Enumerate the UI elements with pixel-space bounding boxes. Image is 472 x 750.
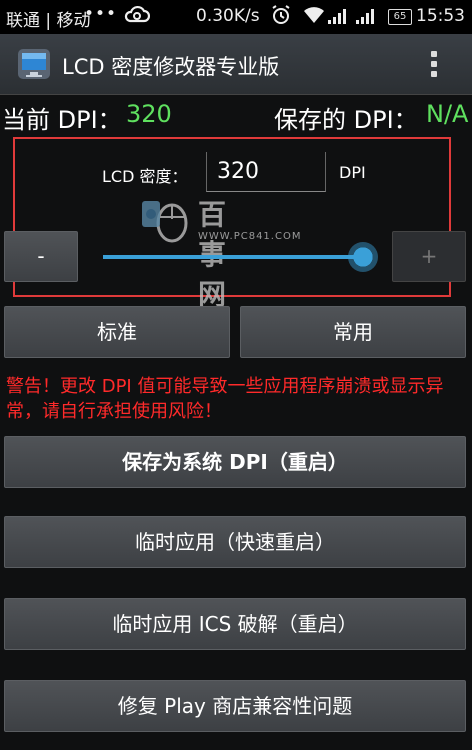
clock: 15:53 (416, 6, 465, 26)
common-preset-button[interactable]: 常用 (240, 306, 466, 358)
watermark-url: WWW.PC841.COM (198, 231, 302, 242)
dpi-status-row: 当前 DPI： 320 保存的 DPI： N/A (0, 98, 472, 134)
cloud-icon (124, 3, 151, 30)
signal-icon (328, 8, 350, 29)
carrier-label: 联通 | 移动 (6, 11, 91, 31)
battery-icon: 65 (388, 9, 412, 25)
fix-play-store-button[interactable]: 修复 Play 商店兼容性问题 (4, 680, 466, 732)
monitor-icon (16, 46, 52, 86)
saved-dpi-value: N/A (426, 100, 469, 128)
saved-dpi-label: 保存的 DPI： (274, 106, 418, 134)
warning-text: 警告！更改 DPI 值可能导致一些应用程序崩溃或显示异常，请自行承担使用风险！ (6, 376, 444, 422)
slider-thumb[interactable] (348, 242, 378, 272)
density-slider[interactable] (103, 255, 367, 259)
dpi-unit-label: DPI (339, 163, 366, 182)
dpi-input[interactable] (206, 152, 326, 192)
notification-dots: ••• (84, 4, 118, 24)
increment-button[interactable]: + (392, 231, 466, 282)
wifi-icon (303, 6, 325, 29)
temp-apply-button[interactable]: 临时应用（快速重启） (4, 516, 466, 568)
alarm-icon (270, 4, 292, 31)
network-speed: 0.30K/s (196, 6, 260, 26)
decrement-button[interactable]: - (4, 231, 78, 282)
watermark-title: 百事网 (198, 198, 233, 311)
temp-apply-ics-button[interactable]: 临时应用 ICS 破解（重启） (4, 598, 466, 650)
watermark: 百事网 WWW.PC841.COM (138, 193, 300, 311)
watermark-logo-icon (138, 201, 194, 249)
current-dpi-value: 320 (126, 100, 172, 128)
save-system-dpi-button[interactable]: 保存为系统 DPI（重启） (4, 436, 466, 488)
app-title: LCD 密度修改器专业版 (62, 55, 280, 79)
current-dpi-label: 当前 DPI： (2, 106, 122, 134)
signal-icon (356, 8, 378, 29)
overflow-menu-icon[interactable] (428, 48, 440, 80)
lcd-density-label: LCD 密度： (102, 167, 188, 186)
app-bar: LCD 密度修改器专业版 (0, 34, 472, 95)
standard-preset-button[interactable]: 标准 (4, 306, 230, 358)
status-bar: 联通 | 移动 ••• 0.30K/s 65 15:53 (0, 0, 472, 34)
